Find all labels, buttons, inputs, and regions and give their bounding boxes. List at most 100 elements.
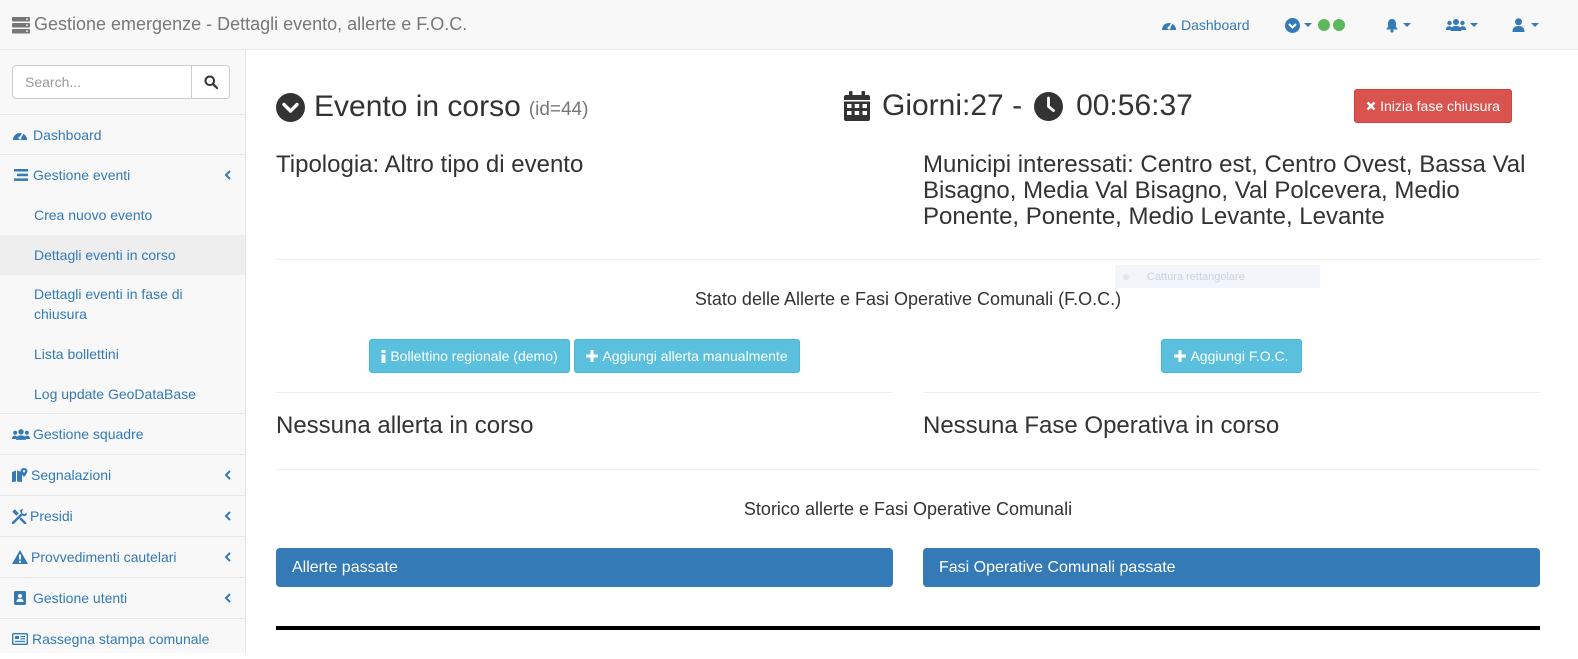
rectangular-capture-overlay: Cattura rettangolare: [1115, 265, 1320, 288]
add-alert-manually-button[interactable]: Aggiungi allerta manualmente: [574, 339, 800, 373]
sidebar-item-label: Dashboard: [33, 126, 102, 143]
divider: [276, 259, 1540, 260]
close-icon: [1366, 101, 1376, 111]
chevron-left-icon: [224, 470, 231, 480]
add-foc-button[interactable]: Aggiungi F.O.C.: [1161, 339, 1302, 373]
address-book-icon: [14, 591, 26, 605]
tools-icon: [12, 508, 27, 524]
sidebar-item-dashboard[interactable]: Dashboard: [0, 114, 245, 154]
submenu-item-label: Dettagli eventi in fase di chiusura: [34, 286, 183, 322]
submenu-item-lista-bollettini[interactable]: Lista bollettini: [0, 335, 245, 375]
bell-icon: [1385, 18, 1399, 33]
event-timer: Giorni:27 - 00:56:37: [844, 89, 1193, 123]
event-heading: Evento in corso (id=44): [276, 90, 588, 124]
submenu-item-label: Log update GeoDataBase: [34, 386, 196, 402]
button-label: Aggiungi F.O.C.: [1190, 348, 1289, 364]
caret-icon: [1304, 23, 1312, 27]
elapsed-time: 00:56:37: [1076, 89, 1193, 122]
search-icon: [204, 75, 218, 89]
nav-dashboard-label: Dashboard: [1181, 17, 1250, 33]
submenu-item-crea-evento[interactable]: Crea nuovo evento: [0, 195, 245, 235]
sidebar-search: [12, 65, 230, 99]
newspaper-icon: [12, 633, 28, 645]
teams-dropdown[interactable]: [1446, 0, 1478, 50]
past-foc-panel[interactable]: Fasi Operative Comunali passate: [923, 548, 1540, 587]
dashboard-icon: [12, 128, 28, 142]
bottom-rule: [276, 626, 1540, 630]
sidebar-item-segnalazioni[interactable]: Segnalazioni: [0, 454, 245, 495]
sidebar-item-label: Gestione eventi: [33, 166, 131, 183]
sidebar-item-label: Gestione squadre: [33, 426, 144, 442]
brand[interactable]: Gestione emergenze - Dettagli evento, al…: [12, 14, 467, 35]
chevron-left-icon: [224, 552, 231, 562]
sidebar-item-label: Provvedimenti cautelari: [31, 549, 177, 565]
capture-icon: [1123, 273, 1129, 280]
info-icon: [381, 349, 386, 363]
caret-icon: [1531, 23, 1539, 27]
regional-bulletin-button[interactable]: Bollettino regionale (demo): [369, 339, 570, 373]
divider: [276, 392, 893, 393]
users-icon: [1446, 18, 1466, 32]
clock-icon: [1034, 91, 1064, 121]
button-label: Aggiungi allerta manualmente: [602, 348, 788, 364]
caret-icon: [1403, 23, 1411, 27]
days-label: Giorni:27 -: [882, 89, 1023, 122]
status-dot: [1333, 19, 1345, 31]
users-icon: [12, 428, 30, 441]
submenu-item-label: Lista bollettini: [34, 346, 119, 362]
alerts-status-title: Stato delle Allerte e Fasi Operative Com…: [694, 289, 1122, 309]
start-closing-phase-button[interactable]: Inizia fase chiusura: [1354, 89, 1512, 123]
sidebar: Dashboard Gestione eventi Crea nuovo eve…: [0, 50, 246, 653]
past-alerts-panel[interactable]: Allerte passate: [276, 548, 893, 587]
nav-dashboard-link[interactable]: Dashboard: [1161, 0, 1250, 50]
submenu-item-dettagli-eventi-in-corso[interactable]: Dettagli eventi in corso: [0, 235, 245, 275]
button-label: Bollettino regionale (demo): [390, 348, 558, 364]
caret-icon: [1470, 23, 1478, 27]
calendar-icon: [844, 91, 870, 121]
plus-icon: [586, 350, 599, 362]
chevron-left-icon: [224, 593, 231, 603]
sidebar-item-gestione-eventi[interactable]: Gestione eventi: [0, 154, 245, 194]
event-title: Evento in corso: [314, 90, 521, 123]
warning-icon: [12, 550, 28, 564]
no-operative-phase-text: Nessuna Fase Operativa in corso: [923, 412, 1280, 439]
map-marker-icon: [12, 468, 28, 482]
chevron-circle-down-icon[interactable]: [276, 92, 305, 122]
sidebar-item-provvedimenti-cautelari[interactable]: Provvedimenti cautelari: [0, 536, 245, 577]
sidebar-item-gestione-utenti[interactable]: Gestione utenti: [0, 577, 245, 618]
chevron-circle-down-icon: [1285, 17, 1300, 33]
server-icon: [12, 16, 30, 34]
plus-icon: [1174, 350, 1187, 362]
divider: [276, 469, 1540, 470]
event-type: Tipologia: Altro tipo di evento: [276, 151, 584, 178]
sidebar-item-label: Segnalazioni: [31, 467, 112, 483]
status-dropdown[interactable]: [1285, 0, 1345, 50]
submenu-item-log-update[interactable]: Log update GeoDataBase: [0, 375, 245, 413]
button-label: Inizia fase chiusura: [1380, 98, 1500, 114]
sidebar-item-gestione-squadre[interactable]: Gestione squadre: [0, 413, 245, 454]
sidebar-item-label: Presidi: [30, 508, 73, 524]
user-dropdown[interactable]: [1512, 0, 1539, 50]
capture-label: Cattura rettangolare: [1147, 270, 1245, 283]
submenu-item-dettagli-eventi-chiusura[interactable]: Dettagli eventi in fase di chiusura: [0, 275, 245, 335]
list-icon: [14, 168, 28, 181]
search-input[interactable]: [12, 65, 192, 99]
sidebar-item-presidi[interactable]: Presidi: [0, 495, 245, 536]
user-icon: [1512, 18, 1525, 32]
no-alerts-text: Nessuna allerta in corso: [276, 412, 534, 439]
sidebar-item-label: Rassegna stampa comunale: [32, 631, 210, 647]
history-title: Storico allerte e Fasi Operative Comunal…: [743, 499, 1073, 519]
event-id: (id=44): [528, 99, 589, 120]
search-button[interactable]: [192, 65, 230, 99]
affected-municipalities: Municipi interessati: Centro est, Centro…: [923, 151, 1526, 230]
sidebar-item-label: Gestione utenti: [33, 590, 128, 606]
notifications-dropdown[interactable]: [1385, 0, 1411, 50]
status-dot: [1318, 19, 1330, 31]
submenu-item-label: Crea nuovo evento: [34, 207, 153, 223]
top-navbar: Gestione emergenze - Dettagli evento, al…: [0, 0, 1578, 50]
chevron-left-icon: [224, 511, 231, 521]
divider: [923, 392, 1540, 393]
submenu-item-label: Dettagli eventi in corso: [34, 247, 176, 263]
main-content: Evento in corso (id=44) Giorni:27 - 00:5…: [247, 51, 1578, 653]
app-title: Gestione emergenze - Dettagli evento, al…: [34, 14, 468, 34]
